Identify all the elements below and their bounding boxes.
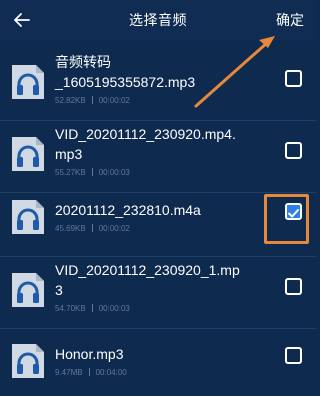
headphones-file-icon [12, 344, 44, 378]
meta-divider [88, 368, 90, 376]
headphones-file-icon [12, 137, 44, 171]
meta-divider [91, 224, 93, 232]
list-divider [0, 120, 316, 121]
annotation-highlight-box [264, 194, 309, 244]
file-name-line-2: mp3 [55, 146, 83, 162]
select-checkbox[interactable] [285, 347, 302, 364]
select-checkbox[interactable] [285, 278, 302, 295]
file-name: 20201112_232810.m4a [55, 200, 270, 220]
file-name-line-1: 20201112_232810.m4a [55, 202, 201, 218]
file-name-line-1: Honor.mp3 [55, 346, 124, 362]
file-name: Honor.mp3 [55, 344, 270, 364]
file-list-item[interactable]: VID_20201112_230920_1.mp 3 54.70KB 00:00:… [0, 258, 316, 326]
list-divider [0, 256, 316, 257]
select-checkbox[interactable] [285, 142, 302, 159]
file-name-line-1: VID_20201112_230920.mp4. [55, 126, 236, 142]
file-duration: 00:00:03 [98, 304, 130, 313]
file-duration: 00:00:02 [98, 224, 130, 233]
file-name-line-2: 3 [55, 282, 63, 298]
file-size: 55.27KB [55, 168, 86, 177]
file-name-line-2: _1605195355872.mp3 [55, 74, 196, 90]
file-meta: 54.70KB 00:00:03 [55, 304, 130, 313]
headphones-file-icon [12, 200, 44, 234]
file-size: 9.47MB [55, 368, 83, 377]
file-name-line-1: 音频转码 [55, 54, 111, 70]
headphones-file-icon [12, 65, 44, 99]
list-divider [0, 328, 316, 329]
file-duration: 00:04:00 [95, 368, 127, 377]
file-name: VID_20201112_230920.mp4. mp3 [55, 124, 270, 164]
file-list-item[interactable]: Honor.mp3 9.47MB 00:04:00 [0, 330, 316, 396]
select-checkbox[interactable] [285, 70, 302, 87]
headphones-file-icon [12, 273, 44, 307]
meta-divider [91, 168, 93, 176]
page-title: 选择音频 [129, 13, 187, 29]
file-duration: 00:00:02 [98, 96, 130, 105]
file-size: 45.69KB [55, 224, 86, 233]
file-name: VID_20201112_230920_1.mp 3 [55, 260, 270, 300]
file-duration: 00:00:03 [98, 168, 130, 177]
file-list-item[interactable]: VID_20201112_230920.mp4. mp3 55.27KB 00:0… [0, 122, 316, 190]
file-meta: 45.69KB 00:00:02 [55, 224, 130, 233]
file-size: 52.82KB [55, 96, 86, 105]
app-header: 选择音频 确定 [0, 0, 316, 40]
file-list-item[interactable]: 音频转码 _1605195355872.mp3 52.82KB 00:00:02 [0, 50, 316, 118]
meta-divider [91, 304, 93, 312]
file-meta: 9.47MB 00:04:00 [55, 368, 127, 377]
file-name: 音频转码 _1605195355872.mp3 [55, 52, 270, 92]
file-meta: 52.82KB 00:00:02 [55, 96, 130, 105]
file-meta: 55.27KB 00:00:03 [55, 168, 130, 177]
file-name-line-1: VID_20201112_230920_1.mp [55, 262, 240, 278]
meta-divider [91, 96, 93, 104]
file-size: 54.70KB [55, 304, 86, 313]
confirm-button[interactable]: 确定 [276, 10, 304, 30]
